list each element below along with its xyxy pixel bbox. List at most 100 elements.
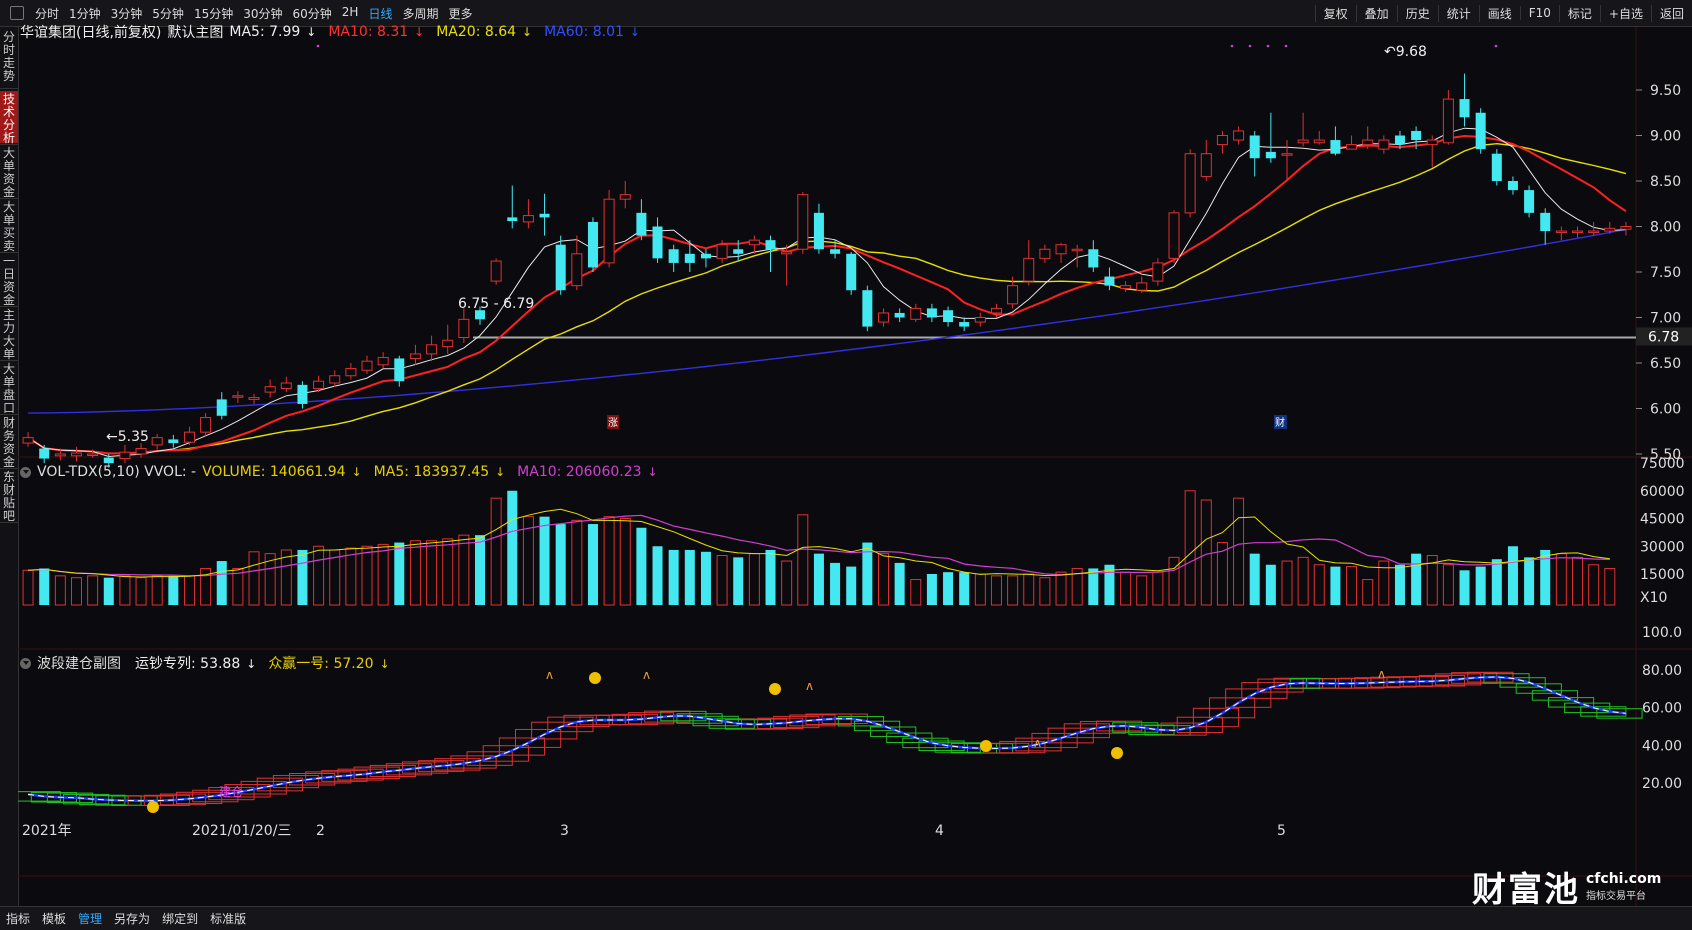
volume-bar-down	[959, 572, 970, 605]
candle-body-down	[587, 221, 598, 268]
price-tick-label: 9.00	[1650, 129, 1681, 145]
vol-volume-value: VOLUME: 140661.94 ↓	[202, 464, 362, 480]
volume-tick-label: 15000	[1640, 567, 1685, 583]
volume-tick-label: 30000	[1640, 539, 1685, 555]
period-tab-5[interactable]: 30分钟	[238, 5, 287, 22]
candle-body-up	[442, 339, 454, 348]
volume-bar-up	[522, 516, 534, 606]
sidebar-item-8[interactable]: 东财贴吧	[0, 469, 18, 523]
volume-bar-up	[1055, 571, 1067, 606]
window-icon[interactable]	[10, 6, 24, 20]
sub-indicator-name[interactable]: 波段建仓副图	[37, 653, 121, 673]
volume-tick-label: 45000	[1640, 512, 1685, 528]
sub-tick-label: 20.00	[1642, 776, 1682, 792]
event-dot	[1266, 44, 1270, 48]
candle-body-up	[264, 386, 276, 393]
bottom-tab-5[interactable]: 标准版	[204, 910, 252, 927]
volume-bar-up	[1604, 567, 1616, 606]
period-tab-4[interactable]: 15分钟	[189, 5, 238, 22]
volume-bar-up	[87, 575, 99, 606]
candle-body-up	[1023, 257, 1035, 282]
period-tab-7[interactable]: 2H	[337, 5, 364, 22]
bottom-tab-4[interactable]: 绑定到	[156, 910, 204, 927]
toolbar-button-2[interactable]: 历史	[1396, 4, 1438, 22]
low-price-label: ←5.35	[106, 429, 149, 445]
ma60-value: MA60: 8.01 ↓	[544, 24, 640, 40]
volume-bar-up	[1313, 564, 1325, 606]
template-name[interactable]: 默认主图	[167, 22, 223, 42]
sidebar-item-5[interactable]: 主力大单	[0, 307, 18, 361]
toolbar-button-4[interactable]: 画线	[1478, 4, 1520, 22]
volume-unit-label: X10	[1640, 590, 1667, 606]
bottom-tab-2[interactable]: 管理	[72, 910, 108, 927]
sidebar-item-1[interactable]: 技术分析	[0, 91, 18, 145]
volume-bar-up	[248, 551, 260, 606]
period-tab-8[interactable]: 日线	[363, 5, 397, 22]
toolbar-button-0[interactable]: 复权	[1314, 4, 1356, 22]
candle-body-up	[70, 452, 82, 457]
toolbar-button-3[interactable]: 统计	[1437, 4, 1479, 22]
vol-indicator-name[interactable]: VOL-TDX(5,10) VVOL: -	[37, 464, 196, 480]
toolbar-button-6[interactable]: 标记	[1558, 4, 1600, 22]
volume-bar-up	[490, 497, 502, 606]
volume-tick-label: 75000	[1640, 456, 1685, 472]
watermark-url: cfchi.com	[1586, 871, 1662, 887]
volume-bar-up	[1572, 556, 1584, 606]
period-tab-10[interactable]: 更多	[443, 5, 477, 22]
candle-body-down	[216, 399, 227, 416]
toolbar-button-8[interactable]: 返回	[1650, 4, 1692, 22]
sidebar-item-7[interactable]: 财务资金	[0, 415, 18, 469]
volume-bar-down	[1411, 553, 1422, 605]
candle-body-up	[1168, 212, 1180, 259]
hat-marker-icon: ʌ	[546, 668, 553, 682]
volume-bar-down	[216, 561, 227, 605]
toolbar-button-7[interactable]: +自选	[1599, 4, 1651, 22]
candle-body-up	[1152, 262, 1164, 282]
toolbar-button-5[interactable]: F10	[1519, 6, 1559, 20]
candle-body-down	[765, 240, 776, 250]
sidebar-item-4[interactable]: 一日资金	[0, 253, 18, 307]
price-tick-label: 6.50	[1650, 356, 1681, 372]
candle-body-up	[603, 198, 615, 264]
volume-bar-down	[813, 553, 824, 605]
candle-body-down	[652, 226, 663, 259]
period-tab-1[interactable]: 1分钟	[64, 5, 106, 22]
period-tab-9[interactable]: 多周期	[397, 5, 443, 22]
volume-bar-down	[1475, 566, 1486, 605]
period-tab-0[interactable]: 分时	[30, 5, 64, 22]
candle-body-down	[636, 212, 647, 236]
jiancang-label: 建仓	[219, 785, 243, 799]
hat-marker-icon: ʌ	[806, 679, 813, 693]
candle-body-up	[1055, 244, 1067, 255]
candle-body-up	[248, 397, 260, 400]
dropdown-icon[interactable]	[20, 466, 31, 478]
candle-body-up	[490, 260, 502, 282]
candle-body-up	[280, 382, 292, 389]
volume-bar-up	[135, 577, 147, 606]
candle-body-down	[668, 249, 679, 263]
period-tab-2[interactable]: 3分钟	[106, 5, 148, 22]
period-tab-6[interactable]: 60分钟	[288, 5, 337, 22]
event-dot	[1248, 44, 1252, 48]
volume-bar-down	[684, 549, 695, 605]
volume-bar-down	[394, 542, 405, 605]
period-tab-3[interactable]: 5分钟	[147, 5, 189, 22]
candle-body-down	[830, 249, 841, 254]
candle-body-up	[716, 244, 728, 259]
watermark-big-text: 财富池	[1472, 870, 1580, 910]
sidebar-item-0[interactable]: 分时走势	[0, 29, 18, 87]
bottom-tab-0[interactable]: 指标	[0, 910, 36, 927]
volume-bar-up	[1297, 556, 1309, 606]
sidebar-item-2[interactable]: 大单资金	[0, 145, 18, 199]
dropdown-icon[interactable]	[20, 657, 31, 669]
bottom-tab-3[interactable]: 另存为	[108, 910, 156, 927]
volume-bar-down	[507, 490, 518, 605]
sidebar-item-6[interactable]: 大单盘口	[0, 361, 18, 415]
volume-bar-up	[1442, 564, 1454, 606]
bottom-tab-1[interactable]: 模板	[36, 910, 72, 927]
toolbar-button-1[interactable]: 叠加	[1355, 4, 1397, 22]
smiley-icon	[980, 740, 992, 752]
sidebar-item-3[interactable]: 大单买卖	[0, 199, 18, 253]
candle-body-up	[1007, 285, 1019, 305]
candle-body-up	[377, 357, 389, 366]
